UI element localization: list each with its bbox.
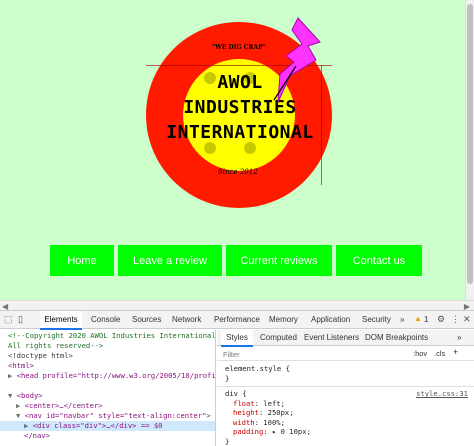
code-center-tag: <center>…</center> [24, 401, 103, 410]
css-value: ▸ 0 10px; [271, 427, 311, 437]
tab-elements[interactable]: Elements [40, 311, 82, 330]
nav-home-button[interactable]: Home [50, 245, 114, 276]
nav-leave-review-button[interactable]: Leave a review [118, 245, 222, 276]
collapse-triangle-icon[interactable]: ▼ [16, 411, 20, 420]
styles-more-button[interactable]: » [457, 330, 461, 346]
css-declaration[interactable]: padding: ▸ 0 10px; [233, 427, 311, 437]
nav-contact-button[interactable]: Contact us [336, 245, 422, 276]
more-tabs-button[interactable]: » [400, 311, 404, 329]
warning-count[interactable]: 1 [424, 315, 428, 324]
tab-computed[interactable]: Computed [260, 330, 297, 346]
settings-icon[interactable]: ⚙ [437, 314, 445, 325]
code-line-selected-div[interactable]: ▶ <div class="div">…</div> == $0 [0, 421, 215, 432]
add-rule-button[interactable]: + [453, 347, 458, 357]
inspect-icon[interactable]: ⬚ [4, 314, 13, 325]
more-icon[interactable]: ⋮ [451, 314, 460, 325]
logo-title-line: INTERNATIONAL [166, 122, 314, 143]
code-line-html[interactable]: <html> [8, 361, 215, 371]
tab-event-listeners[interactable]: Event Listeners [304, 330, 359, 346]
close-icon[interactable]: ✕ [463, 314, 471, 325]
styles-tab-bar: Styles Computed Event Listeners DOM Brea… [217, 330, 474, 347]
css-declaration[interactable]: height: 250px; [233, 408, 294, 418]
tab-performance[interactable]: Performance [214, 311, 260, 329]
tab-sources[interactable]: Sources [132, 311, 161, 329]
device-toolbar-icon[interactable]: ▯ [18, 314, 23, 325]
styles-pane: Styles Computed Event Listeners DOM Brea… [217, 330, 474, 446]
element-style-close: } [225, 374, 230, 383]
hov-toggle[interactable]: :hov [413, 349, 427, 358]
styles-filter-input[interactable] [223, 348, 403, 360]
tab-application[interactable]: Application [311, 311, 350, 329]
code-line-body[interactable]: ▼ <body> [8, 391, 215, 401]
element-style-selector[interactable]: element.style { [225, 364, 290, 374]
tab-memory[interactable]: Memory [269, 311, 298, 329]
scrollbar-thumb[interactable] [467, 4, 473, 284]
tab-security[interactable]: Security [362, 311, 391, 329]
code-nav-tag: <nav id="navbar" style="text-align:cente… [24, 411, 211, 420]
cls-toggle[interactable]: .cls [434, 349, 445, 358]
styles-filter-row: :hov .cls + [217, 347, 474, 361]
expand-triangle-icon[interactable]: ▶ [24, 421, 28, 430]
div-rule-selector[interactable]: div { [225, 389, 247, 399]
code-line-head[interactable]: ▶ <head profile="http://www.w3.org/2005/… [8, 371, 216, 381]
code-line-comment[interactable]: All rights reserved--> [8, 341, 215, 351]
expand-triangle-icon[interactable]: ▶ [16, 401, 20, 410]
devtools-tab-bar: ⬚ ▯ Elements Console Sources Network Per… [0, 311, 474, 330]
css-declaration[interactable]: float: left; [233, 399, 285, 409]
css-property: height [233, 408, 259, 418]
logo-since: Since 2012 [218, 168, 258, 176]
tab-styles[interactable]: Styles [221, 330, 253, 347]
code-body-tag: <body> [16, 391, 43, 400]
css-property: width [233, 417, 255, 427]
code-line-center[interactable]: ▶ <center>…</center> [16, 401, 215, 411]
lightning-bolt-icon [273, 17, 321, 103]
horizontal-scrollbar[interactable]: ◀ ▶ [0, 300, 474, 311]
rule-separator [217, 386, 474, 387]
warning-icon[interactable]: ▲ [414, 314, 422, 323]
code-line-nav-close[interactable]: </nav> [24, 431, 215, 441]
css-value: 250px; [267, 408, 294, 418]
expand-triangle-icon[interactable]: ▶ [8, 371, 12, 380]
vertical-scrollbar[interactable] [465, 0, 474, 300]
tab-console[interactable]: Console [91, 311, 120, 329]
collapse-triangle-icon[interactable]: ▼ [8, 391, 12, 400]
devtools-panel: ⬚ ▯ Elements Console Sources Network Per… [0, 310, 474, 446]
code-line-comment[interactable]: <!--Copyright 2020 AWOL Industries Inter… [8, 331, 215, 341]
elements-tree: <!--Copyright 2020 AWOL Industries Inter… [0, 330, 216, 446]
tab-dom-breakpoints[interactable]: DOM Breakpoints [365, 330, 428, 346]
web-page: "WE DIG CRAP" AWOL INDUSTRIES INTERNATIO… [0, 0, 474, 300]
css-property: padding [233, 427, 264, 437]
css-value: left; [263, 398, 285, 408]
navbar: Home Leave a review Current reviews Cont… [50, 245, 424, 277]
code-head-tag: <head profile="http://www.w3.org/2005/10… [16, 371, 216, 380]
tab-network[interactable]: Network [172, 311, 201, 329]
code-line-doctype[interactable]: <!doctype html> [8, 351, 215, 361]
nav-current-reviews-button[interactable]: Current reviews [226, 245, 332, 276]
code-line-nav[interactable]: ▼ <nav id="navbar" style="text-align:cen… [16, 411, 215, 421]
css-declaration[interactable]: width: 100%; [233, 418, 285, 428]
css-property: float [233, 398, 255, 408]
logo-tagline: "WE DIG CRAP" [212, 44, 266, 51]
rule-source-link[interactable]: style.css:31 [416, 389, 468, 398]
css-value: 100%; [263, 417, 285, 427]
div-rule-close: } [225, 437, 230, 446]
code-div-tag: <div class="div">…</div> == $0 [32, 421, 163, 430]
